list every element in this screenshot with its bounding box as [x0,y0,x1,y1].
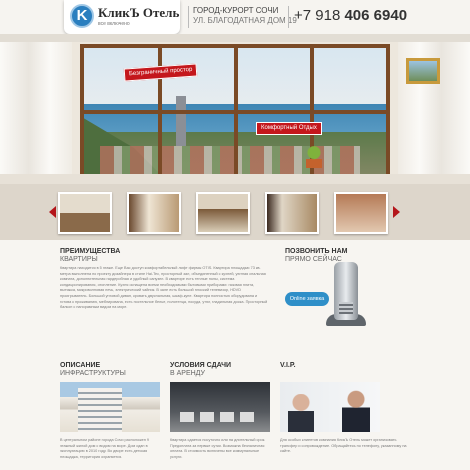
address-street: УЛ. БЛАГОДАТНАЯ ДОМ 19 [193,16,297,25]
logo-tagline: все включено [98,21,130,27]
address-city: ГОРОД-КУРОРТ СОЧИ [193,6,279,15]
cordless-phone-icon [334,262,358,320]
address: ГОРОД-КУРОРТ СОЧИ УЛ. БЛАГОДАТНАЯ ДОМ 19 [188,6,297,28]
advantages-title: ПРЕИМУЩЕСТВА КВАРТИРЫ [60,248,120,264]
call-heading: ПОЗВОНИТЬ НАМ [285,248,348,255]
window-sill [0,174,470,184]
hero-banner: Безграничный простор Комфортный Отдых [0,34,470,184]
curtain-right [398,34,470,184]
infrastructure-text: В центральном районе города Сочи располо… [60,438,149,459]
vip-heading: V.I.P. [280,362,296,369]
online-request-button[interactable]: Online заявка [285,292,329,306]
building-image [60,382,160,432]
arrow-right-icon[interactable] [393,206,400,218]
curtain-left [0,34,72,184]
logo[interactable]: K КликЪ Отель все включено [64,0,180,34]
advantages-heading: ПРЕИМУЩЕСТВА [60,248,121,255]
thumbnail[interactable] [334,192,388,234]
header: K КликЪ Отель все включено ГОРОД-КУРОРТ … [0,0,470,34]
vip-text: Для особых клиентов компания КликЪ Отель… [280,438,407,454]
parking-image [170,382,270,432]
tower-building [176,96,186,146]
thumbnail[interactable] [127,192,181,234]
tag-rest: Комфортный Отдых [256,122,322,135]
thumbnail[interactable] [196,192,250,234]
gallery-strip [0,184,470,240]
window-frame-top [80,44,390,48]
logo-name: КликЪ Отель [98,5,180,20]
window-frame [386,44,390,184]
advantages-subheading: КВАРТИРЫ [60,256,98,263]
phone-prefix: +7 918 [294,7,345,24]
infrastructure-heading: ОПИСАНИЕ [60,362,101,369]
infrastructure-title: ОПИСАНИЕ ИНФРАСТРУКТУРЫ [60,362,126,378]
rental-heading: УСЛОВИЯ СДАЧИ [170,362,232,369]
window-frame-middle [80,110,390,114]
window-frame [80,44,84,184]
arrow-left-icon[interactable] [49,206,56,218]
wall-picture [406,58,440,84]
thumbnail[interactable] [58,192,112,234]
infrastructure-subheading: ИНФРАСТРУКТУРЫ [60,370,126,377]
phone-number[interactable]: +7 918 406 6940 [288,6,407,28]
rental-title: УСЛОВИЯ СДАЧИ В АРЕНДУ [170,362,231,378]
window-frame [234,44,238,184]
thumbnail[interactable] [265,192,319,234]
plant-pot [306,146,322,168]
phone-main: 406 6940 [344,7,408,24]
business-people-image [280,382,380,432]
curtain-rod [0,34,470,42]
rental-subheading: В АРЕНДУ [170,370,205,377]
advantages-text: Квартира находится в 5 этаже. Еще Вас до… [60,266,268,310]
vip-title: V.I.P. [280,362,296,370]
thumbnail-list [58,192,388,234]
content: ПРЕИМУЩЕСТВА КВАРТИРЫ Квартира находится… [0,240,470,470]
rental-text: Квартира сдается посуточно или на длител… [170,438,266,459]
logo-icon: K [70,4,94,28]
